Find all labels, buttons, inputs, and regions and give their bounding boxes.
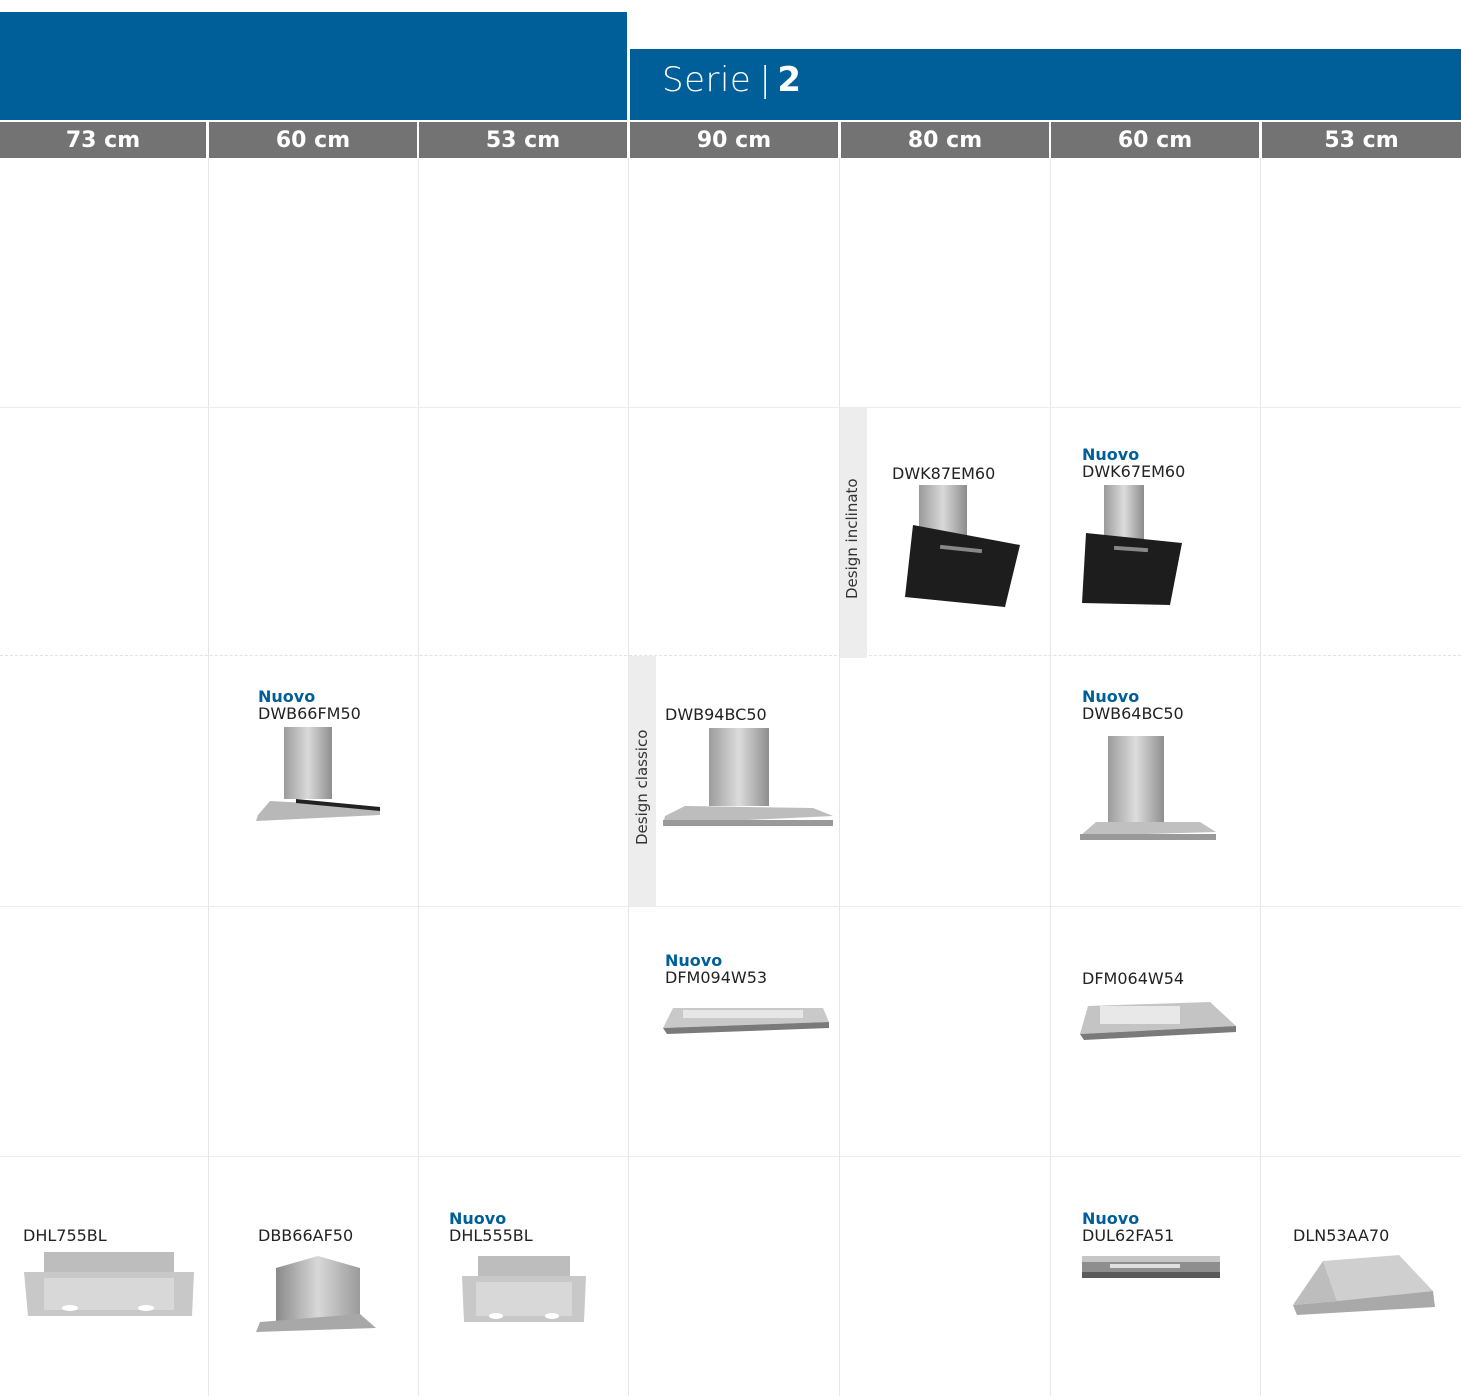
underhood-image[interactable] bbox=[1080, 1252, 1222, 1284]
product-dhl555bl[interactable]: Nuovo DHL555BL bbox=[449, 1210, 533, 1245]
column-header-90cm: 90 cm bbox=[630, 122, 838, 158]
new-badge: Nuovo bbox=[258, 687, 316, 706]
serie-number: 2 bbox=[777, 60, 802, 100]
product-model: DWK67EM60 bbox=[1082, 462, 1186, 481]
integrated-hood-image[interactable] bbox=[1293, 1255, 1437, 1323]
design-classico-label: Design classico bbox=[633, 729, 651, 845]
chimney-hood-box-image[interactable] bbox=[256, 727, 382, 823]
product-dwb66fm50[interactable]: Nuovo DWB66FM50 bbox=[258, 688, 361, 723]
product-dwk87em60[interactable]: DWK87EM60 bbox=[892, 465, 995, 483]
serie-title: Serie | 2 bbox=[662, 60, 801, 100]
grid-hline bbox=[0, 906, 1461, 907]
column-header-60cm-serie2: 60 cm bbox=[1051, 122, 1259, 158]
integrated-hood-image[interactable] bbox=[462, 1256, 586, 1324]
grid-hline bbox=[0, 655, 1461, 656]
product-dbb66af50[interactable]: DBB66AF50 bbox=[258, 1227, 353, 1245]
chimney-hood-angled-image[interactable] bbox=[1082, 485, 1182, 607]
product-model: DLN53AA70 bbox=[1293, 1226, 1390, 1245]
serie-separator: | bbox=[759, 60, 772, 100]
product-dul62fa51[interactable]: Nuovo DUL62FA51 bbox=[1082, 1210, 1174, 1245]
chimney-hood-angled-image[interactable] bbox=[895, 485, 1025, 610]
product-model: DWK87EM60 bbox=[892, 464, 996, 483]
telescopic-hood-image[interactable] bbox=[663, 1004, 831, 1036]
box-hood-image[interactable] bbox=[256, 1256, 378, 1336]
column-header-73cm: 73 cm bbox=[0, 122, 206, 158]
grid-vline bbox=[1260, 158, 1261, 1396]
design-inclinato-label: Design inclinato bbox=[843, 478, 861, 599]
product-model: DFM064W54 bbox=[1082, 969, 1185, 988]
column-header-53cm-serie2: 53 cm bbox=[1262, 122, 1461, 158]
new-badge: Nuovo bbox=[449, 1209, 507, 1228]
product-dhl755bl[interactable]: DHL755BL bbox=[23, 1227, 107, 1245]
column-header-53cm: 53 cm bbox=[419, 122, 627, 158]
product-model: DWB66FM50 bbox=[258, 704, 361, 723]
product-dwb94bc50[interactable]: DWB94BC50 bbox=[665, 706, 767, 724]
grid-vline bbox=[208, 158, 209, 1396]
product-model: DBB66AF50 bbox=[258, 1226, 354, 1245]
new-badge: Nuovo bbox=[665, 951, 723, 970]
product-dln53aa70[interactable]: DLN53AA70 bbox=[1293, 1227, 1389, 1245]
product-dfm064w54[interactable]: DFM064W54 bbox=[1082, 970, 1184, 988]
new-badge: Nuovo bbox=[1082, 1209, 1140, 1228]
new-badge: Nuovo bbox=[1082, 445, 1140, 464]
grid-hline bbox=[0, 1156, 1461, 1157]
integrated-hood-image[interactable] bbox=[24, 1252, 196, 1318]
product-model: DWB64BC50 bbox=[1082, 704, 1184, 723]
chimney-hood-box-image[interactable] bbox=[663, 728, 835, 828]
grid-hline bbox=[0, 407, 1461, 408]
product-model: DUL62FA51 bbox=[1082, 1226, 1175, 1245]
header-band-left bbox=[0, 12, 627, 120]
grid-vline bbox=[1050, 158, 1051, 1396]
chimney-hood-box-image[interactable] bbox=[1080, 736, 1220, 844]
product-model: DWB94BC50 bbox=[665, 705, 767, 724]
product-model: DHL755BL bbox=[23, 1226, 107, 1245]
column-header-60cm: 60 cm bbox=[209, 122, 417, 158]
serie-label: Serie bbox=[662, 60, 752, 100]
new-badge: Nuovo bbox=[1082, 687, 1140, 706]
product-model: DFM094W53 bbox=[665, 968, 768, 987]
product-model: DHL555BL bbox=[449, 1226, 533, 1245]
product-dfm094w53[interactable]: Nuovo DFM094W53 bbox=[665, 952, 767, 987]
grid-vline bbox=[839, 158, 840, 1396]
product-dwk67em60[interactable]: Nuovo DWK67EM60 bbox=[1082, 446, 1185, 481]
grid-vline bbox=[418, 158, 419, 1396]
column-header-80cm: 80 cm bbox=[841, 122, 1049, 158]
product-dwb64bc50[interactable]: Nuovo DWB64BC50 bbox=[1082, 688, 1184, 723]
telescopic-hood-image[interactable] bbox=[1080, 1000, 1240, 1042]
